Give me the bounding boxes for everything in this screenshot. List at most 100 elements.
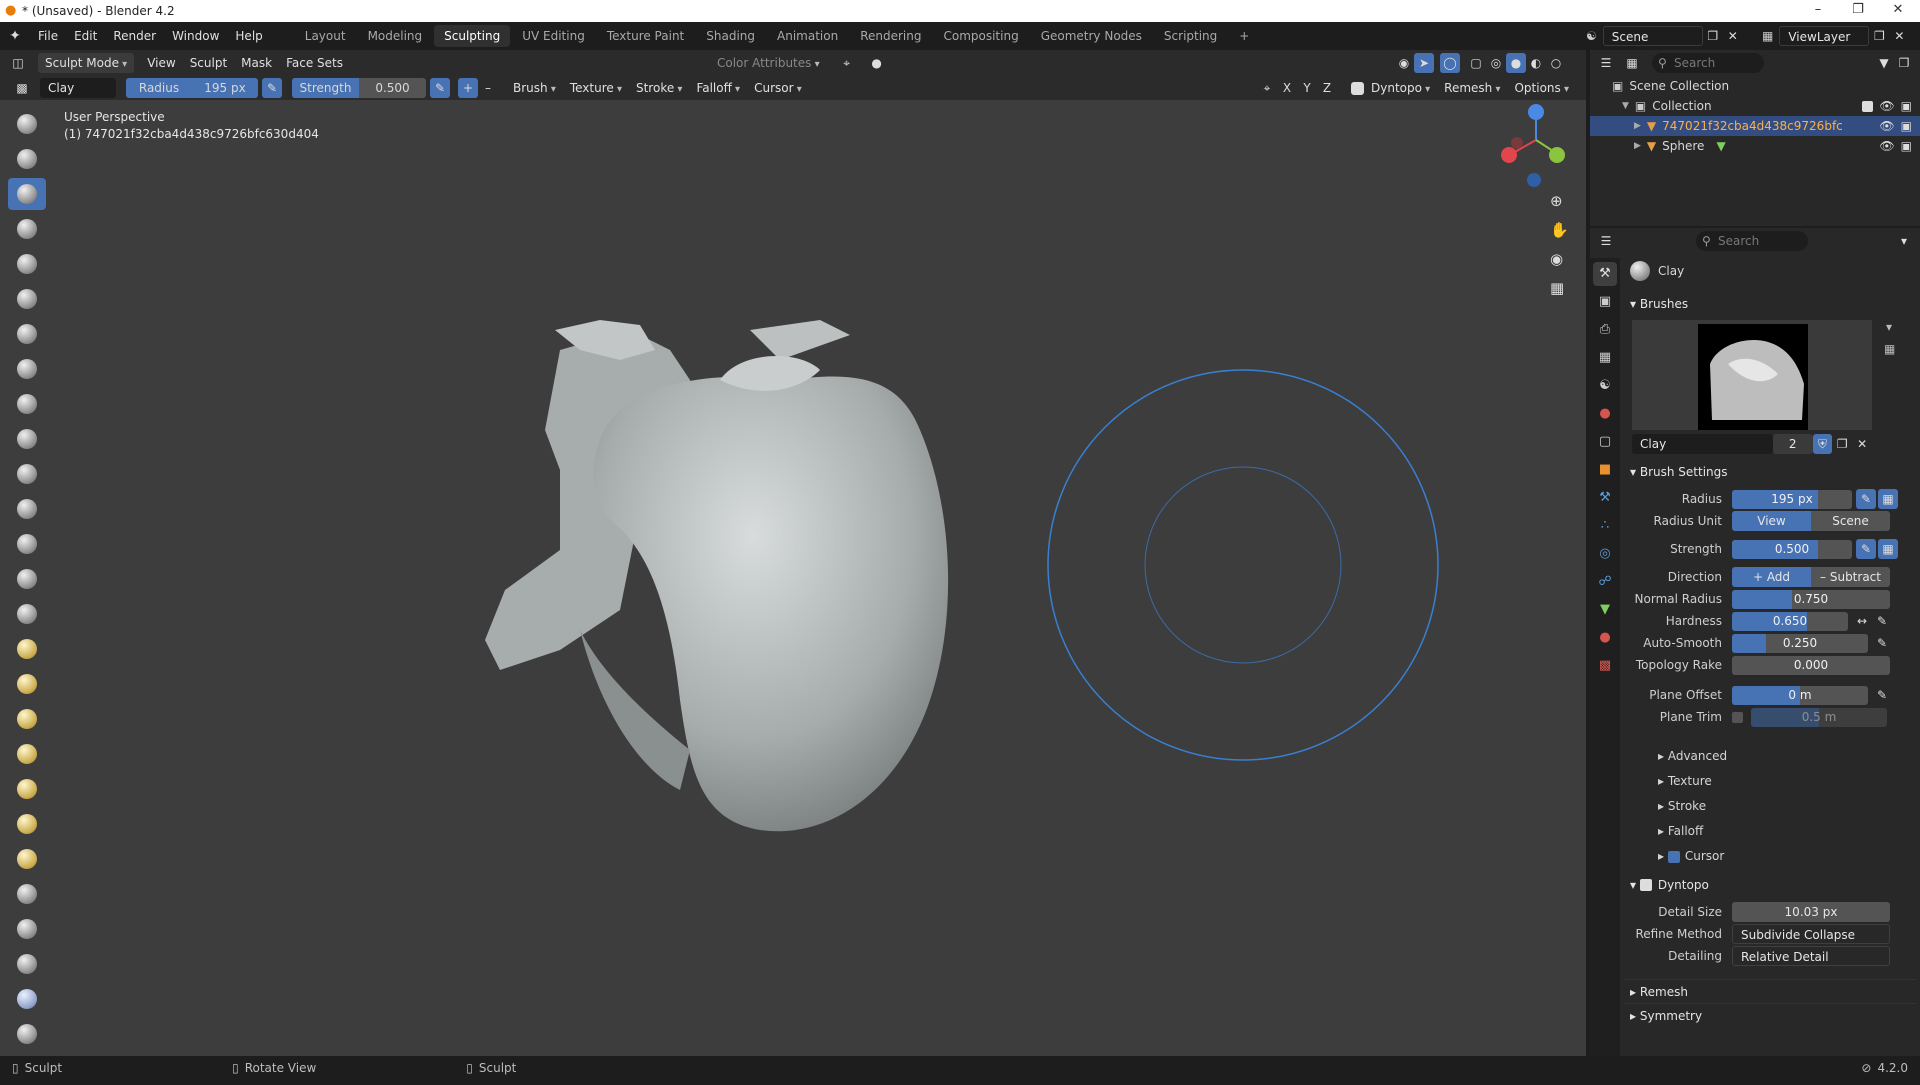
hardness-slider[interactable]: 0.650 [1732, 611, 1848, 631]
dyntopo-checkbox[interactable] [1351, 81, 1364, 95]
radius-unit-view-option[interactable]: View [1732, 511, 1811, 531]
texture-tab-icon[interactable]: ▩ [1593, 654, 1617, 678]
menu-window[interactable]: Window [164, 22, 227, 50]
navigation-gizmo[interactable] [1501, 104, 1565, 187]
snap-icon[interactable]: ● [867, 53, 887, 73]
duplicate-brush-icon[interactable]: ❐ [1832, 434, 1852, 454]
cursor-checkbox[interactable] [1667, 850, 1680, 863]
tab-shading[interactable]: Shading [696, 25, 765, 47]
tool-pose[interactable] [8, 773, 46, 805]
material-shading-icon[interactable]: ◐ [1526, 53, 1546, 73]
rendered-shading-icon[interactable]: ○ [1546, 53, 1566, 73]
strength-pressure-icon[interactable]: ✎ [430, 78, 450, 98]
menu-help[interactable]: Help [227, 22, 270, 50]
tool-multiplane-scrape[interactable] [8, 563, 46, 595]
editor-type-icon[interactable]: ◫ [8, 53, 28, 73]
radius-jitter-icon[interactable]: ▦ [1878, 489, 1898, 509]
tool-layer[interactable] [8, 283, 46, 315]
properties-search-input[interactable]: ⚲ Search [1696, 231, 1808, 251]
data-tab-icon[interactable]: ▼ [1593, 598, 1617, 622]
blender-menu-icon[interactable]: ✦ [0, 28, 30, 44]
subpanel-advanced[interactable]: ▸ Advanced [1624, 744, 1916, 769]
camera-view-icon[interactable]: ◉ [1550, 250, 1563, 268]
ortho-grid-icon[interactable]: ▦ [1550, 279, 1564, 297]
tool-pinch[interactable] [8, 598, 46, 630]
outliner-row-sphere[interactable]: ▶ ▼ Sphere ▼ 👁 ▣ [1590, 136, 1920, 156]
dyntopo-menu[interactable]: Dyntopo [1364, 78, 1437, 98]
maximize-button[interactable]: ❐ [1838, 2, 1878, 20]
visibility-icon[interactable]: ◉ [1394, 53, 1414, 73]
subpanel-falloff[interactable]: ▸ Falloff [1624, 819, 1916, 844]
subtract-direction-icon[interactable]: – [478, 78, 498, 98]
mode-selector[interactable]: Sculpt Mode [38, 53, 135, 73]
tool-draw[interactable] [8, 108, 46, 140]
radius-slider[interactable]: 195 px [1732, 489, 1852, 509]
world-tab-icon[interactable]: ● [1593, 402, 1617, 426]
subpanel-cursor[interactable]: ▸ Cursor [1624, 844, 1916, 869]
tool-simplify[interactable] [8, 983, 46, 1015]
menu-file[interactable]: File [30, 22, 66, 50]
camera-icon[interactable]: ▣ [1901, 139, 1912, 153]
brush-name-field[interactable]: Clay [40, 78, 116, 98]
menu-face-sets[interactable]: Face Sets [279, 53, 350, 73]
tab-layout[interactable]: Layout [295, 25, 356, 47]
menu-render[interactable]: Render [105, 22, 164, 50]
physics-tab-icon[interactable]: ◎ [1593, 542, 1617, 566]
unlink-brush-icon[interactable]: ✕ [1852, 434, 1872, 454]
delete-scene-icon[interactable]: ✕ [1723, 26, 1743, 46]
normal-radius-slider[interactable]: 0.750 [1732, 589, 1890, 609]
brush-preview-dropdown-icon[interactable]: ▾ [1886, 320, 1892, 334]
plane-trim-slider[interactable]: 0.5 m [1751, 707, 1887, 727]
tool-clay-thumb[interactable] [8, 248, 46, 280]
falloff-menu[interactable]: Falloff [689, 78, 747, 98]
tool-slide-relax[interactable] [8, 878, 46, 910]
expand-arrow-icon[interactable]: ▶ [1634, 141, 1641, 151]
output-tab-icon[interactable]: ⎙ [1593, 318, 1617, 342]
auto-smooth-slider[interactable]: 0.250 [1732, 633, 1868, 653]
xray-icon[interactable]: ▢ [1466, 53, 1486, 73]
tool-flatten[interactable] [8, 458, 46, 490]
tool-clay[interactable] [8, 178, 46, 210]
axis-y-toggle[interactable]: Y [1297, 78, 1317, 98]
remesh-panel-header[interactable]: ▸ Remesh [1624, 979, 1916, 1003]
subpanel-texture[interactable]: ▸ Texture [1624, 769, 1916, 794]
scene-tab-icon[interactable]: ☯ [1593, 374, 1617, 398]
gizmo-toggle-icon[interactable]: ➤ [1414, 53, 1434, 73]
tool-tab-icon[interactable]: ⚒ [1593, 262, 1617, 286]
menu-mask[interactable]: Mask [234, 53, 279, 73]
tool-scrape[interactable] [8, 528, 46, 560]
subpanel-stroke[interactable]: ▸ Stroke [1624, 794, 1916, 819]
camera-icon[interactable]: ▣ [1901, 99, 1912, 113]
properties-options-icon[interactable]: ▾ [1894, 231, 1914, 251]
outliner-editor-type-icon[interactable]: ☰ [1596, 53, 1616, 73]
remesh-menu[interactable]: Remesh [1437, 78, 1507, 98]
object-tab-icon[interactable]: ■ [1593, 458, 1617, 482]
brush-image-icon[interactable]: ▦ [1884, 342, 1895, 356]
tool-rotate[interactable] [8, 843, 46, 875]
tool-grab[interactable] [8, 633, 46, 665]
tool-nudge[interactable] [8, 808, 46, 840]
tool-mask[interactable] [8, 1018, 46, 1050]
render-tab-icon[interactable]: ▣ [1593, 290, 1617, 314]
tool-smooth[interactable] [8, 423, 46, 455]
new-scene-icon[interactable]: ❐ [1703, 26, 1723, 46]
menu-sculpt[interactable]: Sculpt [183, 53, 234, 73]
strength-pressure-toggle-icon[interactable]: ✎ [1856, 539, 1876, 559]
new-collection-icon[interactable]: ❐ [1894, 53, 1914, 73]
tab-animation[interactable]: Animation [767, 25, 848, 47]
stroke-menu[interactable]: Stroke [629, 78, 689, 98]
close-button[interactable]: ✕ [1878, 2, 1918, 20]
radius-pressure-toggle-icon[interactable]: ✎ [1856, 489, 1876, 509]
view-layer-name[interactable]: ViewLayer [1779, 26, 1870, 46]
color-attributes-dropdown[interactable]: Color Attributes [710, 53, 827, 73]
tab-sculpting[interactable]: Sculpting [434, 25, 511, 47]
zoom-icon[interactable]: ⊕ [1550, 192, 1563, 210]
material-tab-icon[interactable]: ● [1593, 626, 1617, 650]
eye-icon[interactable]: 👁 [1879, 119, 1894, 133]
plane-offset-slider[interactable]: 0 m [1732, 685, 1868, 705]
menu-view[interactable]: View [140, 53, 182, 73]
brush-user-count[interactable]: 2 [1772, 434, 1813, 454]
fake-user-shield-icon[interactable]: ⛨ [1812, 434, 1833, 454]
transform-orientation-icon[interactable]: ⌖ [837, 53, 857, 73]
options-menu[interactable]: Options [1507, 78, 1576, 98]
